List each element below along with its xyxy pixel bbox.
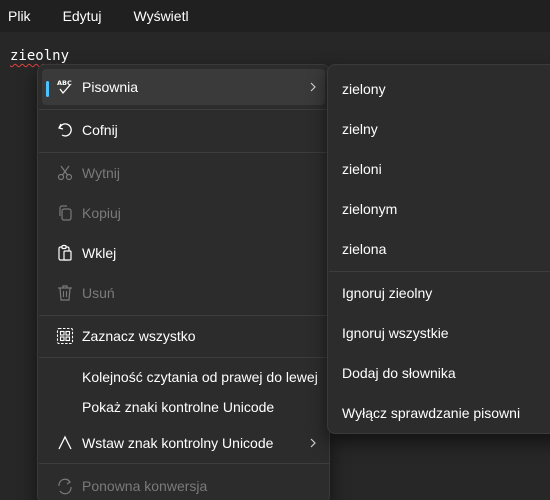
misspelled-word[interactable]: zieolny xyxy=(10,48,69,64)
paste-icon xyxy=(42,235,82,271)
menu-item-label: Wstaw znak kontrolny Unicode xyxy=(82,435,274,451)
caret-up-icon xyxy=(42,425,82,461)
menu-plik[interactable]: Plik xyxy=(0,0,39,32)
menu-item-label: Pokaż znaki kontrolne Unicode xyxy=(82,399,275,415)
spelling-submenu: zielony zielny zieloni zielonym zielona … xyxy=(327,64,550,434)
menu-item-label: Usuń xyxy=(82,285,115,301)
menu-item-label: Zaznacz wszystko xyxy=(82,328,196,344)
trash-icon xyxy=(42,275,82,311)
menu-item-zaznacz-wszystko[interactable]: Zaznacz wszystko xyxy=(42,318,325,354)
suggestion-item[interactable]: zieloni xyxy=(332,151,550,187)
menu-item-wytnij[interactable]: Wytnij xyxy=(42,155,325,191)
menu-item-label: Wklej xyxy=(82,245,117,261)
menu-item-kopiuj[interactable]: Kopiuj xyxy=(42,195,325,231)
menu-edytuj[interactable]: Edytuj xyxy=(55,0,110,32)
menu-item-ponowna-konwersja[interactable]: Ponowna konwersja xyxy=(42,468,325,500)
menu-item-label: Wytnij xyxy=(82,165,120,181)
menu-item-wklej[interactable]: Wklej xyxy=(42,235,325,271)
menu-item-pokaz-znaki-kontrolne[interactable]: Pokaż znaki kontrolne Unicode xyxy=(42,389,325,425)
menu-item-wstaw-znak-kontrolny[interactable]: Wstaw znak kontrolny Unicode xyxy=(42,425,325,461)
suggestion-item[interactable]: zielony xyxy=(332,71,550,107)
menu-item-cofnij[interactable]: Cofnij xyxy=(42,112,325,148)
menu-item-label: Kopiuj xyxy=(82,205,121,221)
copy-icon xyxy=(42,195,82,231)
menu-bar: Plik Edytuj Wyświetl xyxy=(0,0,550,32)
menu-separator xyxy=(329,271,550,272)
add-to-dictionary-item[interactable]: Dodaj do słownika xyxy=(332,355,550,391)
menu-item-pisownia[interactable]: ABC Pisownia xyxy=(42,69,325,105)
suggestion-item[interactable]: zielonym xyxy=(332,191,550,227)
ignore-all-item[interactable]: Ignoruj wszystkie xyxy=(332,315,550,351)
menu-separator xyxy=(39,315,330,316)
menu-item-label: Cofnij xyxy=(82,122,118,138)
menu-item-label: Ponowna konwersja xyxy=(82,478,208,494)
context-menu: ABC Pisownia Cofnij Wytnij Kopiuj Wklej … xyxy=(37,64,330,500)
reconversion-icon xyxy=(42,468,82,500)
select-all-icon xyxy=(42,318,82,354)
menu-item-usun[interactable]: Usuń xyxy=(42,275,325,311)
menu-separator xyxy=(39,109,330,110)
empty-icon-slot xyxy=(42,389,82,425)
menu-separator xyxy=(39,152,330,153)
menu-separator xyxy=(39,357,330,358)
suggestion-item[interactable]: zielny xyxy=(332,111,550,147)
chevron-right-icon xyxy=(301,425,325,461)
undo-icon xyxy=(42,112,82,148)
menu-item-label: Pisownia xyxy=(82,79,139,95)
ignore-word-item[interactable]: Ignoruj zieolny xyxy=(332,275,550,311)
chevron-right-icon xyxy=(301,69,325,105)
suggestion-item[interactable]: zielona xyxy=(332,231,550,267)
disable-spellcheck-item[interactable]: Wyłącz sprawdzanie pisowni xyxy=(332,395,550,431)
menu-wyswietl[interactable]: Wyświetl xyxy=(125,0,196,32)
menu-item-label: Kolejność czytania od prawej do lewej xyxy=(82,369,318,385)
cut-icon xyxy=(42,155,82,191)
selection-indicator xyxy=(46,81,49,97)
menu-separator xyxy=(39,463,330,464)
